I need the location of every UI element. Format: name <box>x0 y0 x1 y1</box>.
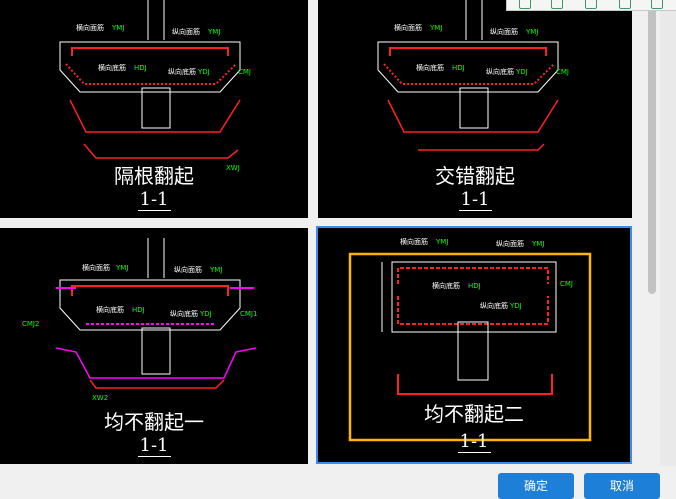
diag2-top-bar-label: 横向面筋 <box>394 23 422 32</box>
diag1-trans-tag: HDJ <box>134 64 147 72</box>
diag4-long-top-label: 纵向面筋 <box>496 239 524 248</box>
diag3-top-bar-label: 横向面筋 <box>82 263 110 272</box>
diag4-trans-bot-label: 横向底筋 <box>432 281 460 290</box>
toolbar-fragment <box>506 0 676 11</box>
diag3-lb-tag: YDJ <box>199 310 212 318</box>
option-section-4: 1-1 <box>457 431 491 453</box>
diag1-cmj: CMJ <box>238 68 251 76</box>
diag3-xw2: XW2 <box>92 394 108 402</box>
option-title-2: 交错翻起 <box>435 164 515 188</box>
diag1-lb-tag: YDJ <box>197 68 210 76</box>
diag3-trans-tag: HDJ <box>132 306 145 314</box>
diag2-long-top-label: 纵向面筋 <box>490 27 518 36</box>
option-section-3: 1-1 <box>137 435 171 457</box>
diag2-trans-tag: HDJ <box>452 64 465 72</box>
scrollbar-thumb[interactable] <box>648 8 656 294</box>
foundation-option-grid: 横向面筋 YMJ 纵向面筋 YMJ 横向底筋 HDJ 纵向底筋 YDJ CMJ … <box>0 0 640 466</box>
right-panel-edge <box>660 0 676 466</box>
diag3-long-bot-label: 纵向底筋 <box>170 309 198 318</box>
diag1-top-tag: YMJ <box>111 24 124 32</box>
diag1-long-top-label: 纵向面筋 <box>172 27 200 36</box>
toolbar-icon-5[interactable] <box>651 0 663 9</box>
diag2-trans-bot-label: 横向底筋 <box>416 63 444 72</box>
option-section-2: 1-1 <box>458 189 492 211</box>
diag2-top-tag: YMJ <box>429 24 442 32</box>
diag2-long-bot-label: 纵向底筋 <box>486 67 514 76</box>
diag1-long-bot-label: 纵向底筋 <box>168 67 196 76</box>
diag2-cmj: CMJ <box>556 68 569 76</box>
toolbar-icon-2[interactable] <box>551 0 563 9</box>
diag3-top-tag: YMJ <box>115 264 128 272</box>
toolbar-icon-1[interactable] <box>519 0 531 9</box>
diag4-long-tag: YMJ <box>531 240 544 248</box>
option-title-4: 均不翻起二 <box>424 402 524 426</box>
option-card-2[interactable]: 横向面筋 YMJ 纵向面筋 YMJ 横向底筋 HDJ 纵向底筋 YDJ CMJ … <box>318 0 632 218</box>
diag3-cmj2: CMJ2 <box>22 320 39 328</box>
option-card-3[interactable]: 横向面筋 YMJ 纵向面筋 YMJ 横向底筋 HDJ 纵向底筋 YDJ CMJ2… <box>0 228 308 464</box>
diag3-long-tag: YMJ <box>209 266 222 274</box>
vertical-scrollbar[interactable] <box>645 0 659 466</box>
option-title-3: 均不翻起一 <box>104 410 204 434</box>
option-section-1: 1-1 <box>137 189 171 211</box>
toolbar-icon-4[interactable] <box>619 0 631 9</box>
diag4-top-bar-label: 横向面筋 <box>400 237 428 246</box>
diag4-lb-tag: YDJ <box>509 302 522 310</box>
option-title-1: 隔根翻起 <box>114 164 194 188</box>
toolbar-icon-3[interactable] <box>585 0 597 9</box>
cancel-button[interactable]: 取消 <box>584 473 660 499</box>
diag1-trans-bot-label: 横向底筋 <box>98 63 126 72</box>
diag2-long-tag: YMJ <box>525 28 538 36</box>
option-card-1[interactable]: 横向面筋 YMJ 纵向面筋 YMJ 横向底筋 HDJ 纵向底筋 YDJ CMJ … <box>0 0 308 218</box>
diag3-cmj1: CMJ1 <box>240 310 257 318</box>
diag3-long-top-label: 纵向面筋 <box>174 265 202 274</box>
diag3-trans-bot-label: 横向底筋 <box>96 305 124 314</box>
diag1-top-bar-label: 横向面筋 <box>76 23 104 32</box>
option-card-4[interactable]: 横向面筋 YMJ 纵向面筋 YMJ 横向底筋 HDJ 纵向底筋 YDJ CMJ … <box>316 226 632 464</box>
diag1-long-tag: YMJ <box>207 28 220 36</box>
diag4-top-tag: YMJ <box>435 238 448 246</box>
diag4-long-bot-label: 纵向底筋 <box>480 301 508 310</box>
diag4-cmj: CMJ <box>560 280 573 288</box>
ok-button[interactable]: 确定 <box>498 473 574 499</box>
diag4-trans-tag: HDJ <box>468 282 481 290</box>
diagram-4: 横向面筋 YMJ 纵向面筋 YMJ 横向底筋 HDJ 纵向底筋 YDJ CMJ <box>348 237 592 442</box>
diag2-lb-tag: YDJ <box>515 68 528 76</box>
